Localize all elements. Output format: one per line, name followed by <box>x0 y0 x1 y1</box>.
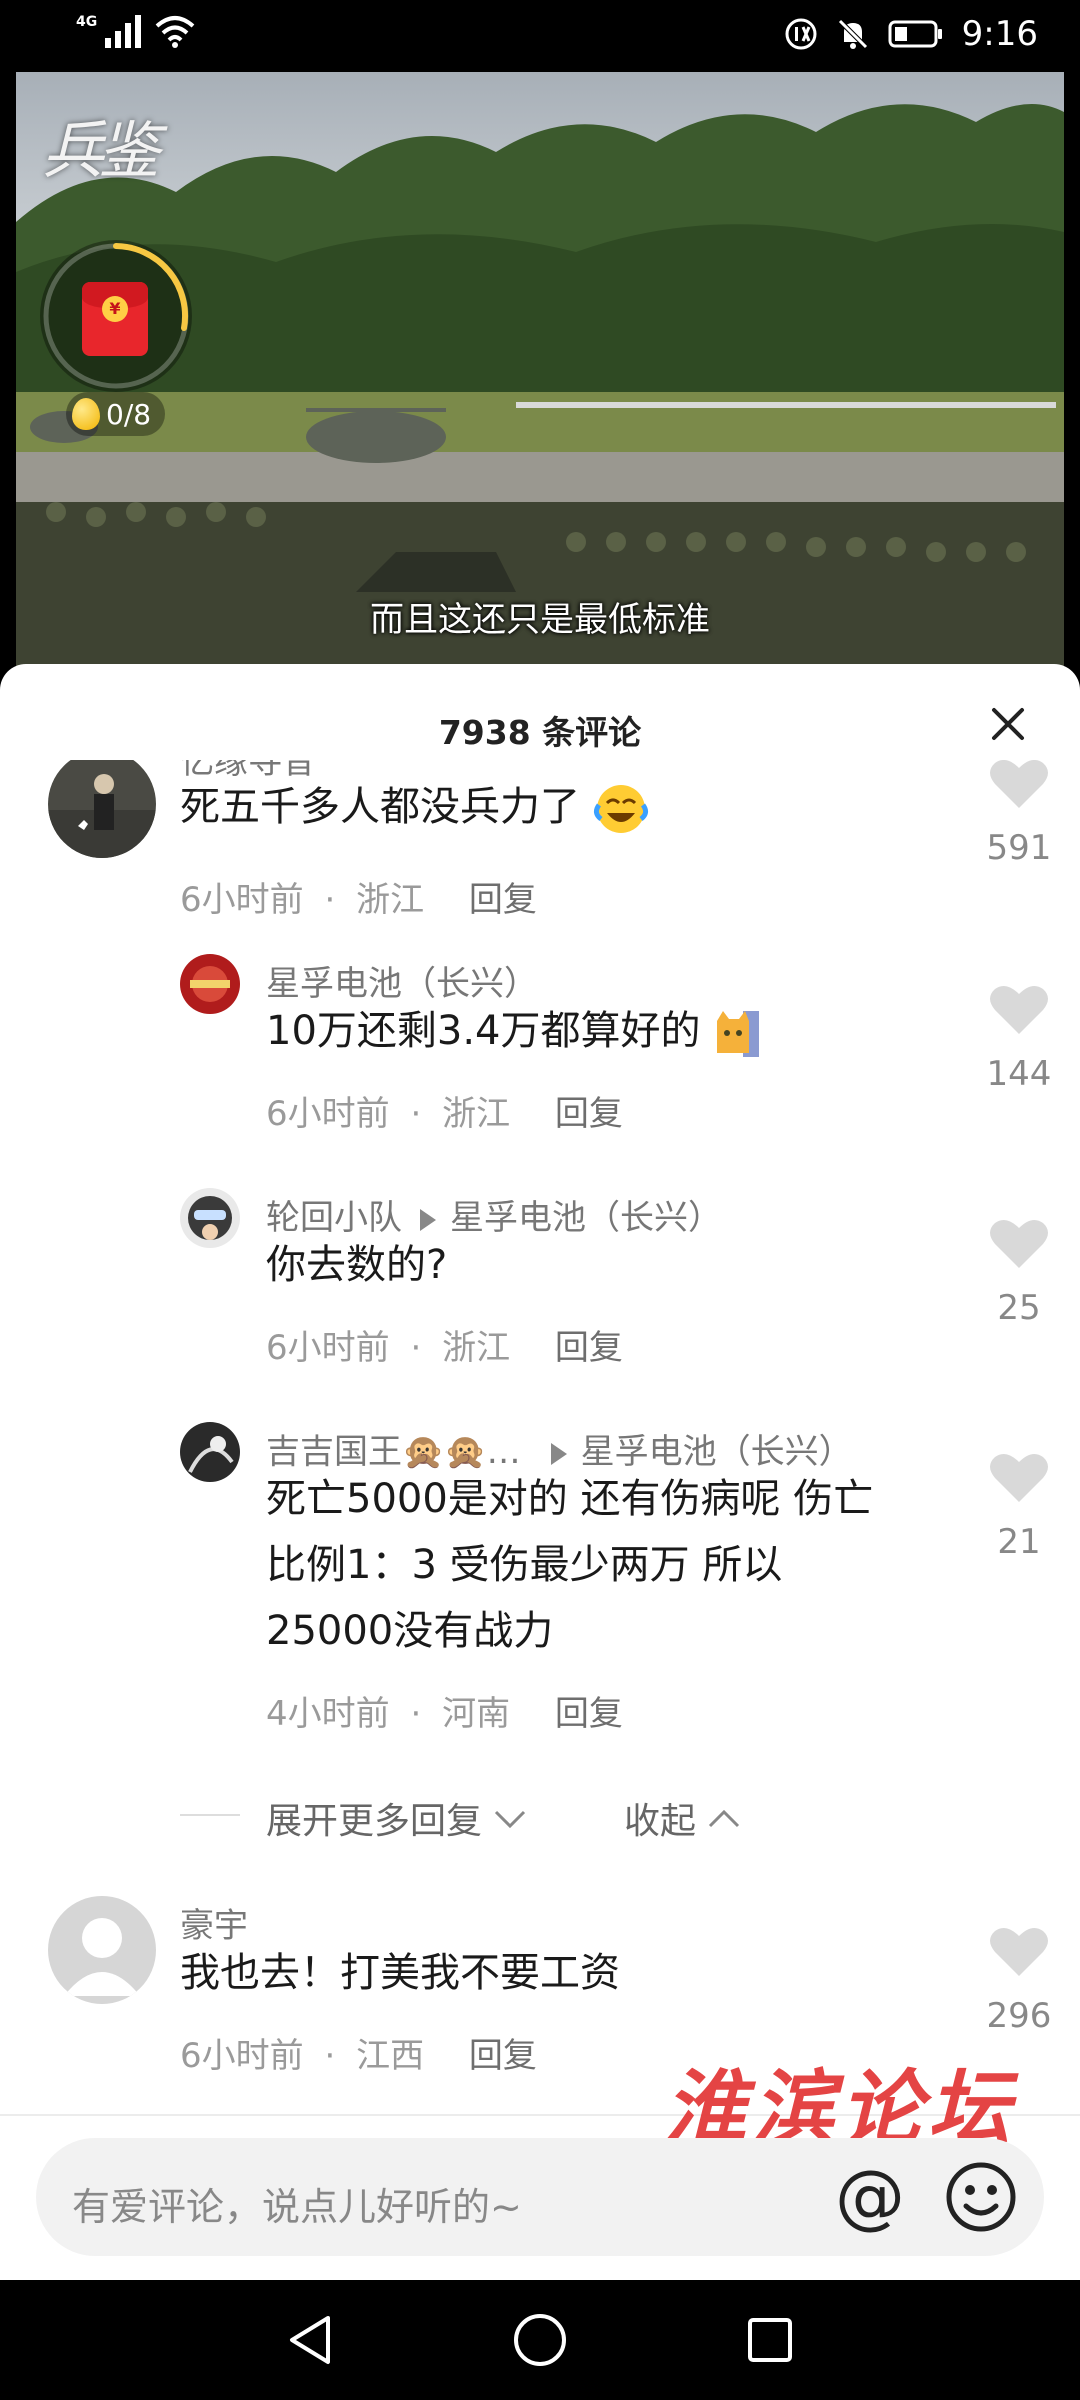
like-button[interactable]: 25 <box>984 1218 1054 1328</box>
reply-button[interactable]: 回复 <box>555 1328 623 1368</box>
avatar[interactable] <box>180 954 240 1014</box>
status-right: 9:16 <box>784 14 1038 54</box>
comment-meta: 6小时前 · 江西 回复 <box>180 2036 537 2076</box>
like-count: 296 <box>986 1996 1052 2036</box>
close-icon[interactable] <box>988 704 1028 744</box>
comment-count-title: 7938 条评论 <box>438 713 642 752</box>
signal-icon <box>105 15 142 48</box>
cat-emoji-icon <box>717 1011 760 1057</box>
home-icon[interactable] <box>510 2310 570 2370</box>
comment-input-placeholder: 有爱评论，说点儿好听的~ <box>72 2185 522 2229</box>
avatar[interactable] <box>48 1896 156 2004</box>
heart-icon <box>990 1453 1048 1502</box>
heart-icon <box>990 985 1048 1034</box>
recent-apps-icon[interactable] <box>742 2310 798 2370</box>
laughing-tears-emoji-icon <box>593 785 648 833</box>
chevron-down-icon[interactable] <box>492 1806 528 1830</box>
comment-meta: 6小时前 · 浙江 回复 <box>266 1094 623 1134</box>
comment-list[interactable]: 忆缘寻昔 死五千多人都没兵力了 6小时前 · 浙江 回复 591 星孚电池（长兴… <box>0 760 1080 1780</box>
status-bar: 4G 9:16 <box>0 0 1080 72</box>
back-icon[interactable] <box>282 2310 338 2370</box>
like-button[interactable]: 21 <box>984 1452 1054 1562</box>
wifi-icon <box>155 16 195 48</box>
comment-text: 10万还剩3.4万都算好的 <box>266 998 761 1064</box>
avatar[interactable] <box>48 760 156 858</box>
avatar[interactable] <box>180 1422 240 1482</box>
mention-icon[interactable]: @ <box>830 2156 910 2236</box>
emoji-icon[interactable] <box>944 2160 1018 2234</box>
red-packet-widget[interactable]: ¥ <box>40 240 192 392</box>
reply-button[interactable]: 回复 <box>555 1694 623 1734</box>
battery-icon <box>888 20 942 48</box>
comment-text: 死五千多人都没兵力了 <box>180 774 649 840</box>
collapse-replies[interactable]: 收起 <box>624 1792 696 1844</box>
chevron-up-icon[interactable] <box>706 1806 742 1830</box>
video-player[interactable]: 兵鉴 ¥ 0/8 而且这还只是最低标准 <box>16 72 1064 672</box>
egg-counter[interactable]: 0/8 <box>66 392 166 436</box>
system-nav-bar <box>0 2280 1080 2400</box>
hd-icon <box>785 18 817 50</box>
comment-panel: 7938 条评论 忆缘寻昔 死五千多人都没兵力了 6小时前 · 浙江 回复 59… <box>0 664 1080 2280</box>
like-button[interactable]: 144 <box>984 984 1054 1094</box>
heart-icon <box>990 760 1048 808</box>
reply-button[interactable]: 回复 <box>555 1094 623 1134</box>
reply-button[interactable]: 回复 <box>469 2036 537 2076</box>
reply-to-name[interactable]: 星孚电池（长兴） <box>450 1198 722 1238</box>
avatar[interactable] <box>180 1188 240 1248</box>
comment-text: 你去数的? <box>266 1242 448 1288</box>
clock: 9:16 <box>961 14 1038 54</box>
reply-arrow-icon <box>420 1208 436 1231</box>
heart-icon <box>990 1927 1048 1976</box>
expand-more-replies[interactable]: 展开更多回复 <box>266 1792 482 1844</box>
video-subtitle: 而且这还只是最低标准 <box>370 600 710 640</box>
like-button[interactable]: 591 <box>984 760 1054 868</box>
channel-logo: 兵鉴 <box>42 114 160 187</box>
reply-button[interactable]: 回复 <box>469 880 537 920</box>
comment-text: 我也去！打美我不要工资 <box>180 1950 620 1996</box>
comment-meta: 4小时前 · 河南 回复 <box>266 1694 623 1734</box>
like-count: 25 <box>997 1288 1041 1328</box>
status-left: 4G <box>76 14 197 48</box>
like-button[interactable]: 296 <box>984 1926 1054 2036</box>
like-count: 591 <box>986 828 1052 868</box>
red-packet-icon: ¥ <box>82 282 148 356</box>
golden-egg-icon <box>72 398 100 430</box>
heart-icon <box>990 1219 1048 1268</box>
comment-input[interactable]: 有爱评论，说点儿好听的~ @ <box>36 2138 1044 2256</box>
mute-bell-icon <box>837 19 868 49</box>
reply-arrow-icon <box>550 1442 567 1465</box>
egg-count: 0/8 <box>106 397 152 431</box>
expand-divider <box>180 1814 240 1816</box>
comment-meta: 6小时前 · 浙江 回复 <box>266 1328 623 1368</box>
comment-meta: 6小时前 · 浙江 回复 <box>180 880 537 920</box>
like-count: 144 <box>986 1054 1052 1094</box>
comment-text: 死亡5000是对的 还有伤病呢 伤亡 比例1：3 受伤最少两万 所以 25000… <box>266 1476 874 1654</box>
expand-row: 展开更多回复 收起 <box>266 1792 742 1844</box>
like-count: 21 <box>997 1522 1041 1562</box>
network-type-label: 4G <box>76 14 98 30</box>
